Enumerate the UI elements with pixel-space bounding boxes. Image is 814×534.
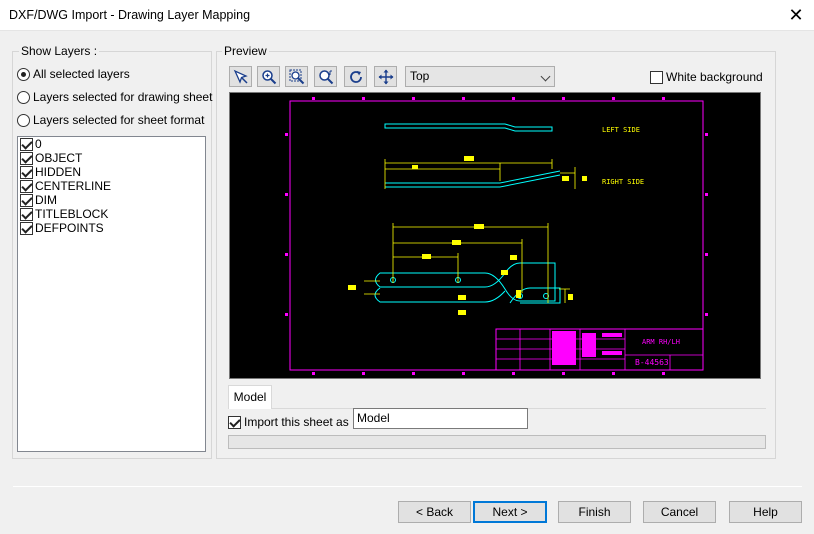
pan-icon [378, 69, 393, 84]
layer-item-0[interactable]: 0 [18, 137, 205, 151]
select-tool-icon [233, 69, 248, 84]
title-block-number: B-44563 [635, 358, 669, 367]
left-side-view: LEFT SIDE [384, 123, 640, 134]
drawing-preview[interactable]: LEFT SIDE RIGHT SIDE ARM RH/LH B-44563 [229, 92, 761, 379]
zoom-window-icon [289, 69, 304, 84]
next-button-label: Next > [492, 505, 528, 519]
radio-label: All selected layers [33, 67, 130, 81]
progress-bar [228, 435, 766, 449]
radio-indicator[interactable] [17, 113, 30, 127]
layer-label: TITLEBLOCK [35, 207, 109, 221]
layer-checkbox[interactable] [20, 165, 33, 179]
tab-model[interactable]: Model [228, 385, 272, 409]
close-icon[interactable]: ✕ [778, 0, 814, 31]
rotate-icon [349, 70, 362, 83]
footer-separator [13, 486, 802, 487]
radio-label: Layers selected for sheet format [33, 113, 205, 127]
layer-item-defpoints[interactable]: DEFPOINTS [18, 221, 205, 235]
import-sheet-option[interactable]: Import this sheet as : [228, 415, 355, 429]
white-background-label: White background [666, 70, 763, 84]
rotate-button[interactable] [344, 66, 367, 87]
right-side-label: RIGHT SIDE [602, 178, 644, 186]
back-button-label: < Back [415, 505, 454, 519]
view-orientation-value: Top [410, 69, 430, 83]
window-title: DXF/DWG Import - Drawing Layer Mapping [9, 8, 251, 22]
finish-button-label: Finish [578, 505, 611, 519]
finish-button[interactable]: Finish [558, 501, 631, 523]
sheet-name-input[interactable]: Model [353, 408, 528, 429]
title-bar: DXF/DWG Import - Drawing Layer Mapping ✕ [0, 0, 814, 31]
layer-item-centerline[interactable]: CENTERLINE [18, 179, 205, 193]
show-layers-label: Show Layers : [19, 44, 100, 58]
help-button-label: Help [753, 505, 778, 519]
layer-label: OBJECT [35, 151, 83, 165]
title-block: ARM RH/LH B-44563 [495, 328, 704, 371]
radio-indicator[interactable] [17, 90, 30, 104]
layer-item-object[interactable]: OBJECT [18, 151, 205, 165]
radio-layers-for-drawing-sheet[interactable]: Layers selected for drawing sheet [17, 89, 212, 105]
zoom-fit-icon [318, 69, 333, 84]
select-tool-button[interactable] [229, 66, 252, 87]
zoom-fit-button[interactable] [314, 66, 337, 87]
layer-list[interactable]: 0 OBJECT HIDDEN CENTERLINE DIM TITLEBLOC… [17, 136, 206, 452]
layer-item-dim[interactable]: DIM [18, 193, 205, 207]
cancel-button-label: Cancel [660, 505, 699, 519]
white-background-option[interactable]: White background [650, 70, 763, 84]
layer-checkbox[interactable] [20, 193, 33, 207]
layer-checkbox[interactable] [20, 137, 33, 151]
layer-checkbox[interactable] [20, 179, 33, 193]
cancel-button[interactable]: Cancel [643, 501, 716, 523]
radio-all-selected-layers[interactable]: All selected layers [17, 66, 130, 82]
top-view-part [348, 223, 573, 315]
layer-item-titleblock[interactable]: TITLEBLOCK [18, 207, 205, 221]
radio-layers-for-sheet-format[interactable]: Layers selected for sheet format [17, 112, 204, 128]
radio-indicator[interactable] [17, 67, 30, 81]
back-button[interactable]: < Back [398, 501, 471, 523]
zoom-in-button[interactable] [257, 66, 280, 87]
radio-label: Layers selected for drawing sheet [33, 90, 213, 104]
layer-label: HIDDEN [35, 165, 82, 179]
layer-checkbox[interactable] [20, 221, 33, 235]
white-background-checkbox[interactable] [650, 70, 663, 84]
zoom-in-icon [261, 69, 276, 84]
view-orientation-select[interactable]: Top [405, 66, 555, 87]
next-button[interactable]: Next > [473, 501, 547, 523]
left-side-label: LEFT SIDE [602, 126, 640, 134]
preview-label: Preview [222, 44, 269, 58]
right-side-view: RIGHT SIDE [384, 156, 644, 189]
import-sheet-label: Import this sheet as : [244, 415, 356, 429]
import-sheet-checkbox[interactable] [228, 415, 241, 429]
zoom-window-button[interactable] [285, 66, 308, 87]
title-block-name: ARM RH/LH [642, 338, 680, 346]
layer-label: 0 [35, 137, 42, 151]
tab-model-label: Model [233, 390, 267, 404]
sheet-name-value: Model [357, 411, 390, 425]
layer-checkbox[interactable] [20, 207, 33, 221]
drawing-preview-svg: LEFT SIDE RIGHT SIDE ARM RH/LH B-44563 [285, 97, 708, 375]
chevron-down-icon [540, 71, 551, 82]
layer-label: DEFPOINTS [35, 221, 104, 235]
pan-button[interactable] [374, 66, 397, 87]
layer-label: DIM [35, 193, 57, 207]
help-button[interactable]: Help [729, 501, 802, 523]
layer-label: CENTERLINE [35, 179, 112, 193]
layer-checkbox[interactable] [20, 151, 33, 165]
layer-item-hidden[interactable]: HIDDEN [18, 165, 205, 179]
